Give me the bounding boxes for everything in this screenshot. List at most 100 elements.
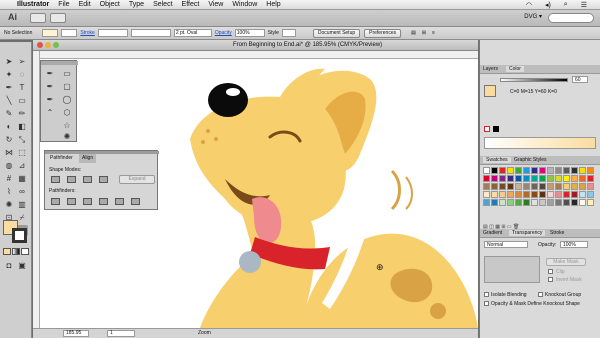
horizontal-ruler[interactable]: [40, 51, 478, 59]
swatch[interactable]: [507, 191, 514, 198]
swatch[interactable]: [507, 175, 514, 182]
unite-icon[interactable]: [51, 176, 60, 183]
minus-back-icon[interactable]: [131, 198, 140, 205]
eraser-tool-icon[interactable]: ◧: [16, 121, 28, 132]
menu-object[interactable]: Object: [100, 1, 120, 8]
swatch[interactable]: [483, 167, 490, 174]
swatch[interactable]: [491, 167, 498, 174]
menu-app-name[interactable]: Illustrator: [17, 1, 49, 8]
swatch[interactable]: [571, 191, 578, 198]
swatch[interactable]: [515, 199, 522, 206]
color-mode-button[interactable]: [3, 248, 11, 255]
swatch[interactable]: [523, 175, 530, 182]
swatch[interactable]: [531, 199, 538, 206]
paintbrush-tool-icon[interactable]: ✎: [3, 108, 15, 119]
tab-swatches[interactable]: Swatches: [483, 157, 511, 163]
wifi-icon[interactable]: ◠: [526, 1, 532, 9]
mesh-tool-icon[interactable]: #: [3, 173, 15, 184]
ellipse-tool-icon[interactable]: ◯: [61, 94, 73, 105]
swatch[interactable]: [539, 167, 546, 174]
pen-tool-icon[interactable]: ✒: [44, 68, 56, 79]
variable-width-profile[interactable]: [130, 29, 171, 37]
rectangle-tool-icon[interactable]: ▭: [61, 68, 73, 79]
bridge-button[interactable]: [30, 13, 46, 23]
stroke-weight-field[interactable]: [97, 29, 128, 37]
scale-tool-icon[interactable]: ⤡: [16, 134, 28, 145]
graph-tool-icon[interactable]: ▥: [16, 199, 28, 210]
tab-pathfinder[interactable]: Pathfinder: [47, 154, 76, 163]
swatch[interactable]: [547, 167, 554, 174]
swatch[interactable]: [563, 175, 570, 182]
tab-graphic-styles[interactable]: Graphic Styles: [514, 157, 547, 163]
tab-stroke[interactable]: Stroke: [550, 230, 564, 236]
swatch[interactable]: [499, 199, 506, 206]
swatch[interactable]: [587, 183, 594, 190]
stroke-swatch[interactable]: [61, 29, 78, 37]
panel-grip[interactable]: [41, 61, 78, 65]
k-value-field[interactable]: 60: [572, 76, 588, 83]
menu-edit[interactable]: Edit: [79, 1, 91, 8]
outline-icon[interactable]: [115, 198, 124, 205]
menu-type[interactable]: Type: [129, 1, 144, 8]
swatch[interactable]: [547, 183, 554, 190]
swatch[interactable]: [555, 199, 562, 206]
swatch[interactable]: [491, 183, 498, 190]
crop-icon[interactable]: [99, 198, 108, 205]
swatch[interactable]: [579, 191, 586, 198]
swatch[interactable]: [483, 183, 490, 190]
selection-tool-icon[interactable]: ➤: [3, 56, 15, 67]
swatch[interactable]: [547, 175, 554, 182]
menu-help[interactable]: Help: [266, 1, 280, 8]
swatch[interactable]: [483, 175, 490, 182]
swatch[interactable]: [587, 175, 594, 182]
draw-normal-icon[interactable]: ◘: [3, 260, 15, 271]
swatch[interactable]: [563, 191, 570, 198]
swatch[interactable]: [499, 175, 506, 182]
menu-window[interactable]: Window: [232, 1, 257, 8]
direct-selection-tool-icon[interactable]: ➢: [16, 56, 28, 67]
swatch[interactable]: [491, 175, 498, 182]
free-transform-tool-icon[interactable]: ⬚: [16, 147, 28, 158]
swatch[interactable]: [499, 191, 506, 198]
align-icon[interactable]: ▤: [411, 30, 416, 36]
screen-mode-icon[interactable]: ▣: [16, 260, 28, 271]
lasso-tool-icon[interactable]: ◌: [16, 69, 28, 80]
swatch[interactable]: [531, 175, 538, 182]
star-tool-icon[interactable]: ☆: [61, 120, 73, 131]
tab-layers[interactable]: Layers: [483, 66, 498, 72]
swatch[interactable]: [587, 167, 594, 174]
swatch[interactable]: [571, 183, 578, 190]
blend-mode-select[interactable]: Normal: [484, 241, 528, 248]
swatch[interactable]: [515, 183, 522, 190]
swatch[interactable]: [507, 167, 514, 174]
pencil-tool-icon[interactable]: ✏: [16, 108, 28, 119]
none-mode-button[interactable]: [21, 248, 29, 255]
blob-brush-tool-icon[interactable]: ◐: [3, 121, 15, 132]
gradient-tool-icon[interactable]: ▦: [16, 173, 28, 184]
volume-icon[interactable]: ◂): [545, 1, 551, 9]
transform-icon[interactable]: ⊞: [422, 30, 426, 36]
workspace-switcher[interactable]: DVG ▾: [524, 13, 542, 20]
minus-front-icon[interactable]: [67, 176, 76, 183]
tab-align[interactable]: Align: [79, 154, 97, 163]
fill-swatch[interactable]: [42, 29, 59, 37]
swatch[interactable]: [483, 199, 490, 206]
opacity-label[interactable]: Opacity: [215, 30, 232, 36]
swatch[interactable]: [539, 191, 546, 198]
search-input[interactable]: [548, 13, 594, 23]
invert-mask-checkbox[interactable]: [548, 277, 553, 282]
color-fill-swatch[interactable]: [484, 85, 496, 97]
shape-builder-tool-icon[interactable]: ◍: [3, 160, 15, 171]
clip-checkbox[interactable]: [548, 269, 553, 274]
swatch[interactable]: [531, 191, 538, 198]
swatch[interactable]: [579, 199, 586, 206]
k-slider[interactable]: [500, 78, 568, 82]
blend-tool-icon[interactable]: ∞: [16, 186, 28, 197]
swatch[interactable]: [515, 175, 522, 182]
list-icon[interactable]: ☰: [581, 1, 587, 9]
gradient-mode-button[interactable]: [12, 248, 20, 255]
swatch[interactable]: [563, 199, 570, 206]
rotate-tool-icon[interactable]: ↻: [3, 134, 15, 145]
width-tool-icon[interactable]: ⋈: [3, 147, 15, 158]
spotlight-icon[interactable]: ⌕: [564, 1, 568, 9]
